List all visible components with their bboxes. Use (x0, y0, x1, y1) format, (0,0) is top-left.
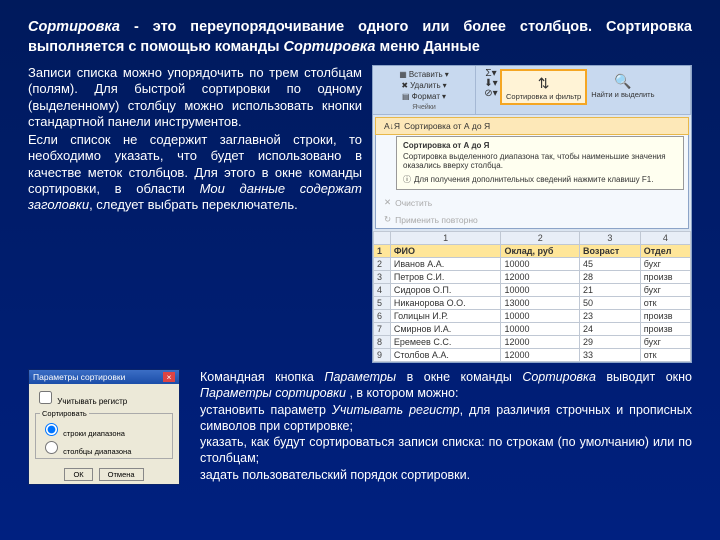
format-button[interactable]: ▤ Формат ▾ (399, 91, 449, 102)
tooltip: Сортировка от А до Я Сортировка выделенн… (396, 136, 684, 190)
case-checkbox[interactable] (39, 391, 52, 404)
table-row: 9Столбов А.А.1200033отк (374, 349, 691, 362)
table-row: 4Сидоров О.П.1000021бухг (374, 284, 691, 297)
table-row: 2Иванов А.А.1000045бухг (374, 258, 691, 271)
table-row: 7Смирнов И.А.1000024произв (374, 323, 691, 336)
ribbon: ▦ Вставить ▾ ✖ Удалить ▾ ▤ Формат ▾ Ячей… (373, 66, 691, 115)
dialog-titlebar: Параметры сортировки × (29, 370, 179, 384)
insert-button[interactable]: ▦ Вставить ▾ (396, 69, 452, 80)
reapply-icon: ↻ (384, 214, 391, 225)
sort-dropdown: A↓Я Сортировка от А до Я Сортировка от А… (375, 117, 689, 229)
reapply-item[interactable]: ↻ Применить повторно (376, 211, 688, 228)
excel-screenshot: ▦ Вставить ▾ ✖ Удалить ▾ ▤ Формат ▾ Ячей… (372, 65, 692, 363)
delete-button[interactable]: ✖ Удалить ▾ (398, 80, 449, 91)
find-icon: 🔍 (613, 71, 633, 91)
close-icon[interactable]: × (163, 372, 175, 382)
table-row: 5Никанорова О.О.1300050отк (374, 297, 691, 310)
table-row: 3Петров С.И.1200028произв (374, 271, 691, 284)
cancel-button[interactable]: Отмена (99, 468, 144, 481)
sort-options-dialog: Параметры сортировки × Учитывать регистр… (28, 369, 180, 485)
sort-filter-button[interactable]: ⇅ Сортировка и фильтр (500, 69, 587, 105)
ok-button[interactable]: ОК (64, 468, 92, 481)
table-row: 6Голицын И.Р.1000023произв (374, 310, 691, 323)
data-table: 1234 1 ФИО Оклад, руб Возраст Отдел 2Ива… (373, 231, 691, 362)
bottom-description: Командная кнопка Параметры в окне команд… (200, 369, 692, 483)
slide-title: Сортировка - это переупорядочивание одно… (28, 18, 692, 57)
clear-item[interactable]: ✕ Очистить (376, 194, 688, 211)
sort-rows-radio[interactable] (45, 423, 58, 436)
clear-icon: ✕ (384, 197, 391, 208)
table-row: 8Еремеев С.С.1200029бухг (374, 336, 691, 349)
body-text: Записи списка можно упорядочить по трем … (28, 65, 362, 363)
col-header-row: 1234 (374, 232, 691, 245)
sort-cols-radio[interactable] (45, 441, 58, 454)
help-icon: ⓘ (403, 174, 411, 185)
sort-icon: ⇅ (534, 73, 554, 93)
find-select-button[interactable]: 🔍 Найти и выделить (587, 69, 658, 101)
table-header-row: 1 ФИО Оклад, руб Возраст Отдел (374, 245, 691, 258)
sort-az-icon: A↓Я (384, 121, 400, 131)
sort-az-item[interactable]: A↓Я Сортировка от А до Я (375, 117, 689, 135)
